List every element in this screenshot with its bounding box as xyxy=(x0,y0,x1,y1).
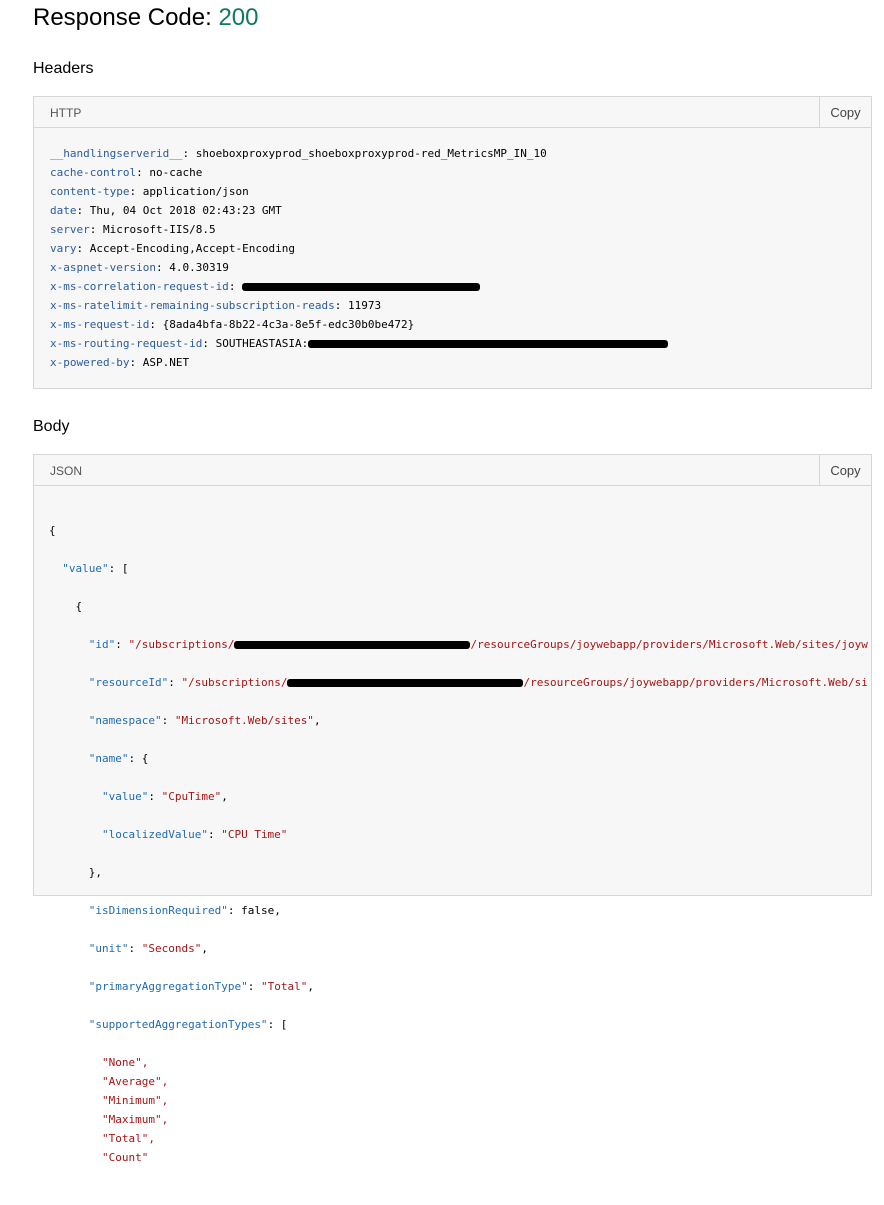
json-line: "value": [ xyxy=(62,562,129,575)
headers-panel: HTTP Copy __handlingserverid__: shoeboxp… xyxy=(33,96,872,389)
headers-lang-label: HTTP xyxy=(50,106,82,120)
headers-panel-header: HTTP Copy xyxy=(34,97,871,128)
headers-heading: Headers xyxy=(33,60,94,77)
redaction-bar xyxy=(242,283,481,291)
json-line: "value": "CpuTime", xyxy=(101,790,228,803)
json-line: "unit": "Seconds", xyxy=(88,942,208,955)
header-line: cache-control: no-cache xyxy=(50,166,203,179)
header-key: content-type xyxy=(50,185,130,198)
response-code-value: 200 xyxy=(218,4,259,31)
body-panel-header: JSON Copy xyxy=(34,455,871,486)
header-value: ASP.NET xyxy=(142,356,190,369)
header-value: Accept-Encoding,Accept-Encoding xyxy=(89,242,296,255)
body-code-block: { "value": [ { "id": "/subscriptions//re… xyxy=(34,486,871,1205)
header-key: x-ms-request-id xyxy=(50,318,150,331)
header-key: x-ms-correlation-request-id xyxy=(50,280,229,293)
header-line: x-ms-request-id: {8ada4bfa-8b22-4c3a-8e5… xyxy=(50,318,415,331)
body-heading: Body xyxy=(33,418,70,435)
json-line: "primaryAggregationType": "Total", xyxy=(88,980,314,993)
json-line: "Count" xyxy=(49,1148,871,1167)
json-line: "resourceId": "/subscriptions//resourceG… xyxy=(88,676,868,689)
header-key: date xyxy=(50,204,77,217)
header-key: __handlingserverid__ xyxy=(50,147,183,160)
json-line: { xyxy=(75,600,83,613)
header-line: vary: Accept-Encoding,Accept-Encoding xyxy=(50,242,296,255)
header-key: x-ms-routing-request-id xyxy=(50,337,203,350)
response-code-label: Response Code: xyxy=(33,4,212,31)
header-key: server xyxy=(50,223,90,236)
header-line: content-type: application/json xyxy=(50,185,249,198)
aggregation-type-value: "Count" xyxy=(101,1151,149,1164)
json-line: "Total", xyxy=(49,1129,871,1148)
aggregation-type-value: "Total", xyxy=(101,1132,155,1145)
json-line: "None", xyxy=(49,1053,871,1072)
header-line: server: Microsoft-IIS/8.5 xyxy=(50,223,216,236)
header-value: no-cache xyxy=(149,166,203,179)
header-line: x-ms-correlation-request-id: xyxy=(50,277,871,296)
header-line: x-ms-routing-request-id: SOUTHEASTASIA: xyxy=(50,334,871,353)
json-line: "localizedValue": "CPU Time" xyxy=(101,828,288,841)
header-line: x-ms-ratelimit-remaining-subscription-re… xyxy=(50,299,382,312)
json-line: }, xyxy=(88,866,102,879)
header-value: {8ada4bfa-8b22-4c3a-8e5f-edc30b0be472} xyxy=(162,318,415,331)
json-line: { xyxy=(49,524,56,537)
aggregation-type-value: "Average", xyxy=(101,1075,169,1088)
json-line: "Maximum", xyxy=(49,1110,871,1129)
header-key: vary xyxy=(50,242,77,255)
body-copy-button[interactable]: Copy xyxy=(819,455,871,485)
header-key: x-powered-by xyxy=(50,356,130,369)
header-value: application/json xyxy=(142,185,249,198)
redaction-bar xyxy=(234,641,471,649)
header-value: 4.0.30319 xyxy=(169,261,229,274)
header-value: Microsoft-IIS/8.5 xyxy=(103,223,216,236)
header-key: x-aspnet-version xyxy=(50,261,156,274)
header-value: Thu, 04 Oct 2018 02:43:23 GMT xyxy=(89,204,282,217)
header-key: cache-control xyxy=(50,166,137,179)
aggregation-type-value: "Maximum", xyxy=(101,1113,169,1126)
header-key: x-ms-ratelimit-remaining-subscription-re… xyxy=(50,299,335,312)
json-line: "isDimensionRequired": false, xyxy=(88,904,281,917)
headers-code-block: __handlingserverid__: shoeboxproxyprod_s… xyxy=(34,128,871,372)
redaction-bar xyxy=(308,340,669,348)
headers-copy-button[interactable]: Copy xyxy=(819,97,871,127)
header-value: SOUTHEASTASIA: xyxy=(215,337,309,350)
json-line: "namespace": "Microsoft.Web/sites", xyxy=(88,714,321,727)
body-panel: JSON Copy { "value": [ { "id": "/subscri… xyxy=(33,454,872,1164)
header-value: shoeboxproxyprod_shoeboxproxyprod-red_Me… xyxy=(195,147,547,160)
json-line: "Minimum", xyxy=(49,1091,871,1110)
aggregation-type-value: "Minimum", xyxy=(101,1094,169,1107)
json-line: "Average", xyxy=(49,1072,871,1091)
header-line: x-powered-by: ASP.NET xyxy=(50,356,190,369)
header-value: 11973 xyxy=(348,299,382,312)
json-line: "name": { xyxy=(88,752,149,765)
response-code-title: Response Code: 200 xyxy=(33,4,259,32)
aggregation-type-value: "None", xyxy=(101,1056,149,1069)
redaction-bar xyxy=(287,679,524,687)
json-line: "id": "/subscriptions//resourceGroups/jo… xyxy=(88,638,868,651)
header-line: date: Thu, 04 Oct 2018 02:43:23 GMT xyxy=(50,204,282,217)
header-line: x-aspnet-version: 4.0.30319 xyxy=(50,261,229,274)
body-lang-label: JSON xyxy=(50,464,83,478)
json-line: "supportedAggregationTypes": [ xyxy=(88,1018,288,1031)
header-line: __handlingserverid__: shoeboxproxyprod_s… xyxy=(50,147,547,160)
